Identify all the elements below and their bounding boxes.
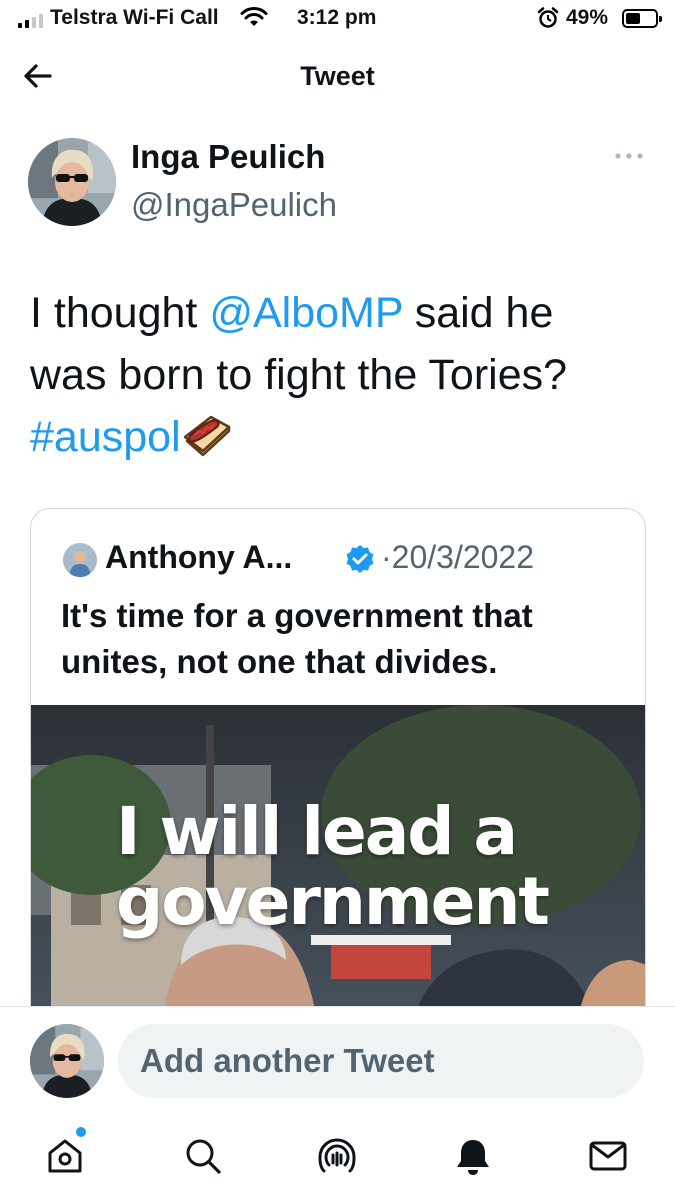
author-name[interactable]: Inga Peulich xyxy=(131,138,325,176)
avatar xyxy=(30,1024,104,1098)
quoted-media-image[interactable]: I will lead a government xyxy=(31,705,645,1047)
add-tweet-input[interactable]: Add another Tweet xyxy=(118,1024,644,1098)
messages-icon[interactable] xyxy=(587,1135,629,1177)
media-overlay-text: I will lead a government xyxy=(116,793,550,940)
more-options-icon[interactable] xyxy=(614,150,644,162)
mention-link[interactable]: @AlboMP xyxy=(209,289,402,337)
media-overlay-line: government xyxy=(116,863,550,940)
avatar[interactable] xyxy=(28,138,116,226)
header: Tweet xyxy=(0,40,675,112)
wifi-icon xyxy=(240,7,268,26)
hotdog-sandwich-icon xyxy=(183,415,230,457)
cellular-signal-icon xyxy=(18,12,43,28)
tweet-text: I thought @AlboMP said he was born to fi… xyxy=(30,282,640,468)
hashtag-link[interactable]: #auspol xyxy=(30,413,181,461)
author-handle[interactable]: @IngaPeulich xyxy=(131,186,337,224)
date-separator: · xyxy=(381,539,392,575)
clock: 3:12 pm xyxy=(297,6,377,29)
home-icon[interactable] xyxy=(44,1135,86,1177)
quoted-date-value: 20/3/2022 xyxy=(391,539,535,575)
verified-badge-icon xyxy=(346,545,374,573)
alarm-icon xyxy=(537,7,559,28)
quoted-date: ·20/3/2022 xyxy=(381,539,534,576)
battery-icon xyxy=(622,9,662,28)
page-title: Tweet xyxy=(300,61,375,91)
add-tweet-placeholder: Add another Tweet xyxy=(140,1042,435,1079)
carrier-label: Telstra Wi-Fi Call xyxy=(50,6,219,29)
battery-percentage: 49% xyxy=(566,6,609,29)
status-bar: Telstra Wi-Fi Call 3:12 pm 49% xyxy=(0,0,675,38)
quoted-tweet[interactable]: Anthony A... ·20/3/2022 It's time for a … xyxy=(30,508,646,1048)
search-icon[interactable] xyxy=(182,1135,224,1177)
quoted-text: It's time for a government that unites, … xyxy=(61,597,533,680)
quoted-avatar xyxy=(63,543,97,577)
spaces-icon[interactable] xyxy=(316,1135,358,1177)
bottom-nav xyxy=(0,1117,675,1200)
media-overlay-line: I will lead a xyxy=(116,793,518,870)
home-notification-dot xyxy=(76,1127,86,1137)
quoted-author-name: Anthony A... xyxy=(105,539,293,575)
tweet-text-part: I thought xyxy=(30,289,210,337)
notifications-icon[interactable] xyxy=(452,1135,494,1177)
